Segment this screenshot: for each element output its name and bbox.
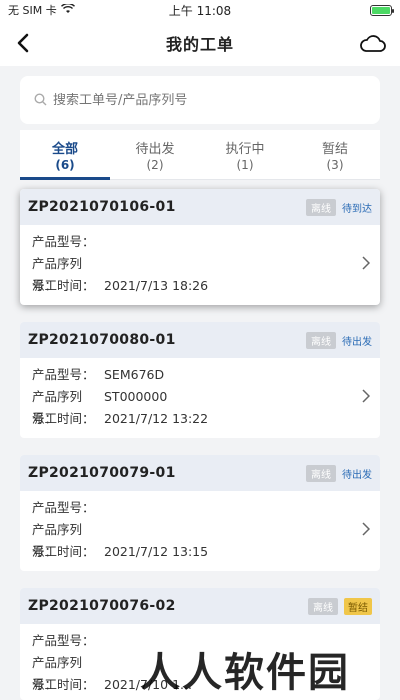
chevron-right-icon[interactable] — [362, 521, 371, 540]
model-label: 产品型号： — [32, 500, 95, 515]
tab-label: 待出发 — [135, 141, 175, 157]
tab-count: (1) — [236, 157, 254, 172]
tab-label: 执行中 — [225, 141, 265, 157]
offline-badge: 离线 — [306, 464, 336, 482]
status-badge: 待到达 — [342, 203, 372, 215]
serial-label: 产品序列号： — [32, 522, 83, 559]
status-badge: 待出发 — [342, 336, 372, 348]
dispatch-time-value: 2021/7/13 18:26 — [104, 278, 209, 293]
serial-label: 产品序列号： — [32, 389, 83, 426]
tab-pending-departure[interactable]: 待出发 (2) — [110, 130, 200, 179]
tab-label: 暂结 — [321, 141, 348, 157]
card-header: ZP2021070076-02 离线 暂结 — [20, 588, 380, 624]
work-order-card[interactable]: ZP2021070106-01 离线 待到达 产品型号： 产品序列号： 派工时间… — [20, 189, 380, 305]
tab-label: 全部 — [51, 141, 78, 157]
dispatch-time-label: 派工时间： — [32, 411, 95, 426]
serial-label: 产品序列号： — [32, 256, 83, 293]
page-title: 我的工单 — [165, 35, 234, 54]
offline-badge: 离线 — [308, 597, 338, 615]
dispatch-time-label: 派工时间： — [32, 677, 95, 692]
order-number: ZP2021070106-01 — [28, 199, 176, 215]
search-box[interactable] — [20, 76, 380, 124]
tab-count: (6) — [55, 157, 75, 172]
tab-all[interactable]: 全部 (6) — [20, 130, 110, 180]
serial-label: 产品序列号： — [32, 655, 83, 692]
work-order-card[interactable]: ZP2021070079-01 离线 待出发 产品型号： 产品序列号： 派工时间… — [20, 455, 380, 571]
model-label: 产品型号： — [32, 367, 95, 382]
tab-count: (3) — [326, 157, 344, 172]
card-body: 产品型号： SEM676D 产品序列号： ST000000 派工时间： 2021/7/… — [20, 358, 380, 438]
search-input[interactable] — [53, 92, 353, 108]
dispatch-time-value: 2021/7/12 13:15 — [104, 544, 209, 559]
status-badge: 暂结 — [344, 597, 372, 615]
search-area — [0, 66, 400, 130]
cloud-icon[interactable] — [358, 30, 388, 56]
status-bar: 无 SIM 卡 上午 11:08 — [0, 0, 400, 20]
dispatch-time-value: 2021/7/12 13:22 — [104, 411, 209, 426]
back-arrow-icon[interactable] — [10, 30, 36, 56]
navigation-bar: 我的工单 — [0, 20, 400, 66]
status-tabs: 全部 (6) 待出发 (2) 执行中 (1) 暂结 (3) — [20, 130, 380, 180]
model-label: 产品型号： — [32, 633, 95, 648]
order-number: ZP2021070080-01 — [28, 332, 176, 348]
card-header: ZP2021070106-01 离线 待到达 — [20, 189, 380, 225]
card-header: ZP2021070080-01 离线 待出发 — [20, 322, 380, 358]
status-badge: 待出发 — [342, 469, 372, 481]
chevron-right-icon[interactable] — [362, 388, 371, 407]
model-value: SEM676D — [104, 367, 165, 382]
dispatch-time-label: 派工时间： — [32, 544, 95, 559]
work-order-card[interactable]: ZP2021070080-01 离线 待出发 产品型号： SEM676D 产品序列… — [20, 322, 380, 438]
serial-value: ST000000 — [104, 389, 168, 404]
order-number: ZP2021070076-02 — [28, 598, 176, 614]
tab-count: (2) — [146, 157, 164, 172]
offline-badge: 离线 — [306, 331, 336, 349]
battery-icon — [370, 4, 394, 16]
wifi-icon — [60, 2, 75, 17]
tab-paused[interactable]: 暂结 (3) — [290, 130, 380, 179]
card-body: 产品型号： 产品序列号： 派工时间： 2021/7/13 18:26 — [20, 225, 380, 305]
status-time: 上午 11:08 — [168, 3, 232, 18]
offline-badge: 离线 — [306, 198, 336, 216]
carrier-label: 无 SIM 卡 — [8, 4, 57, 17]
dispatch-time-label: 派工时间： — [32, 278, 95, 293]
search-icon — [34, 91, 47, 110]
card-body: 产品型号： 产品序列号： 派工时间： 2021/7/12 13:15 — [20, 491, 380, 571]
watermark: 人人软件园 — [140, 650, 350, 696]
card-header: ZP2021070079-01 离线 待出发 — [20, 455, 380, 491]
chevron-right-icon[interactable] — [362, 255, 371, 274]
tab-in-progress[interactable]: 执行中 (1) — [200, 130, 290, 179]
model-label: 产品型号： — [32, 234, 95, 249]
order-number: ZP2021070079-01 — [28, 465, 176, 481]
